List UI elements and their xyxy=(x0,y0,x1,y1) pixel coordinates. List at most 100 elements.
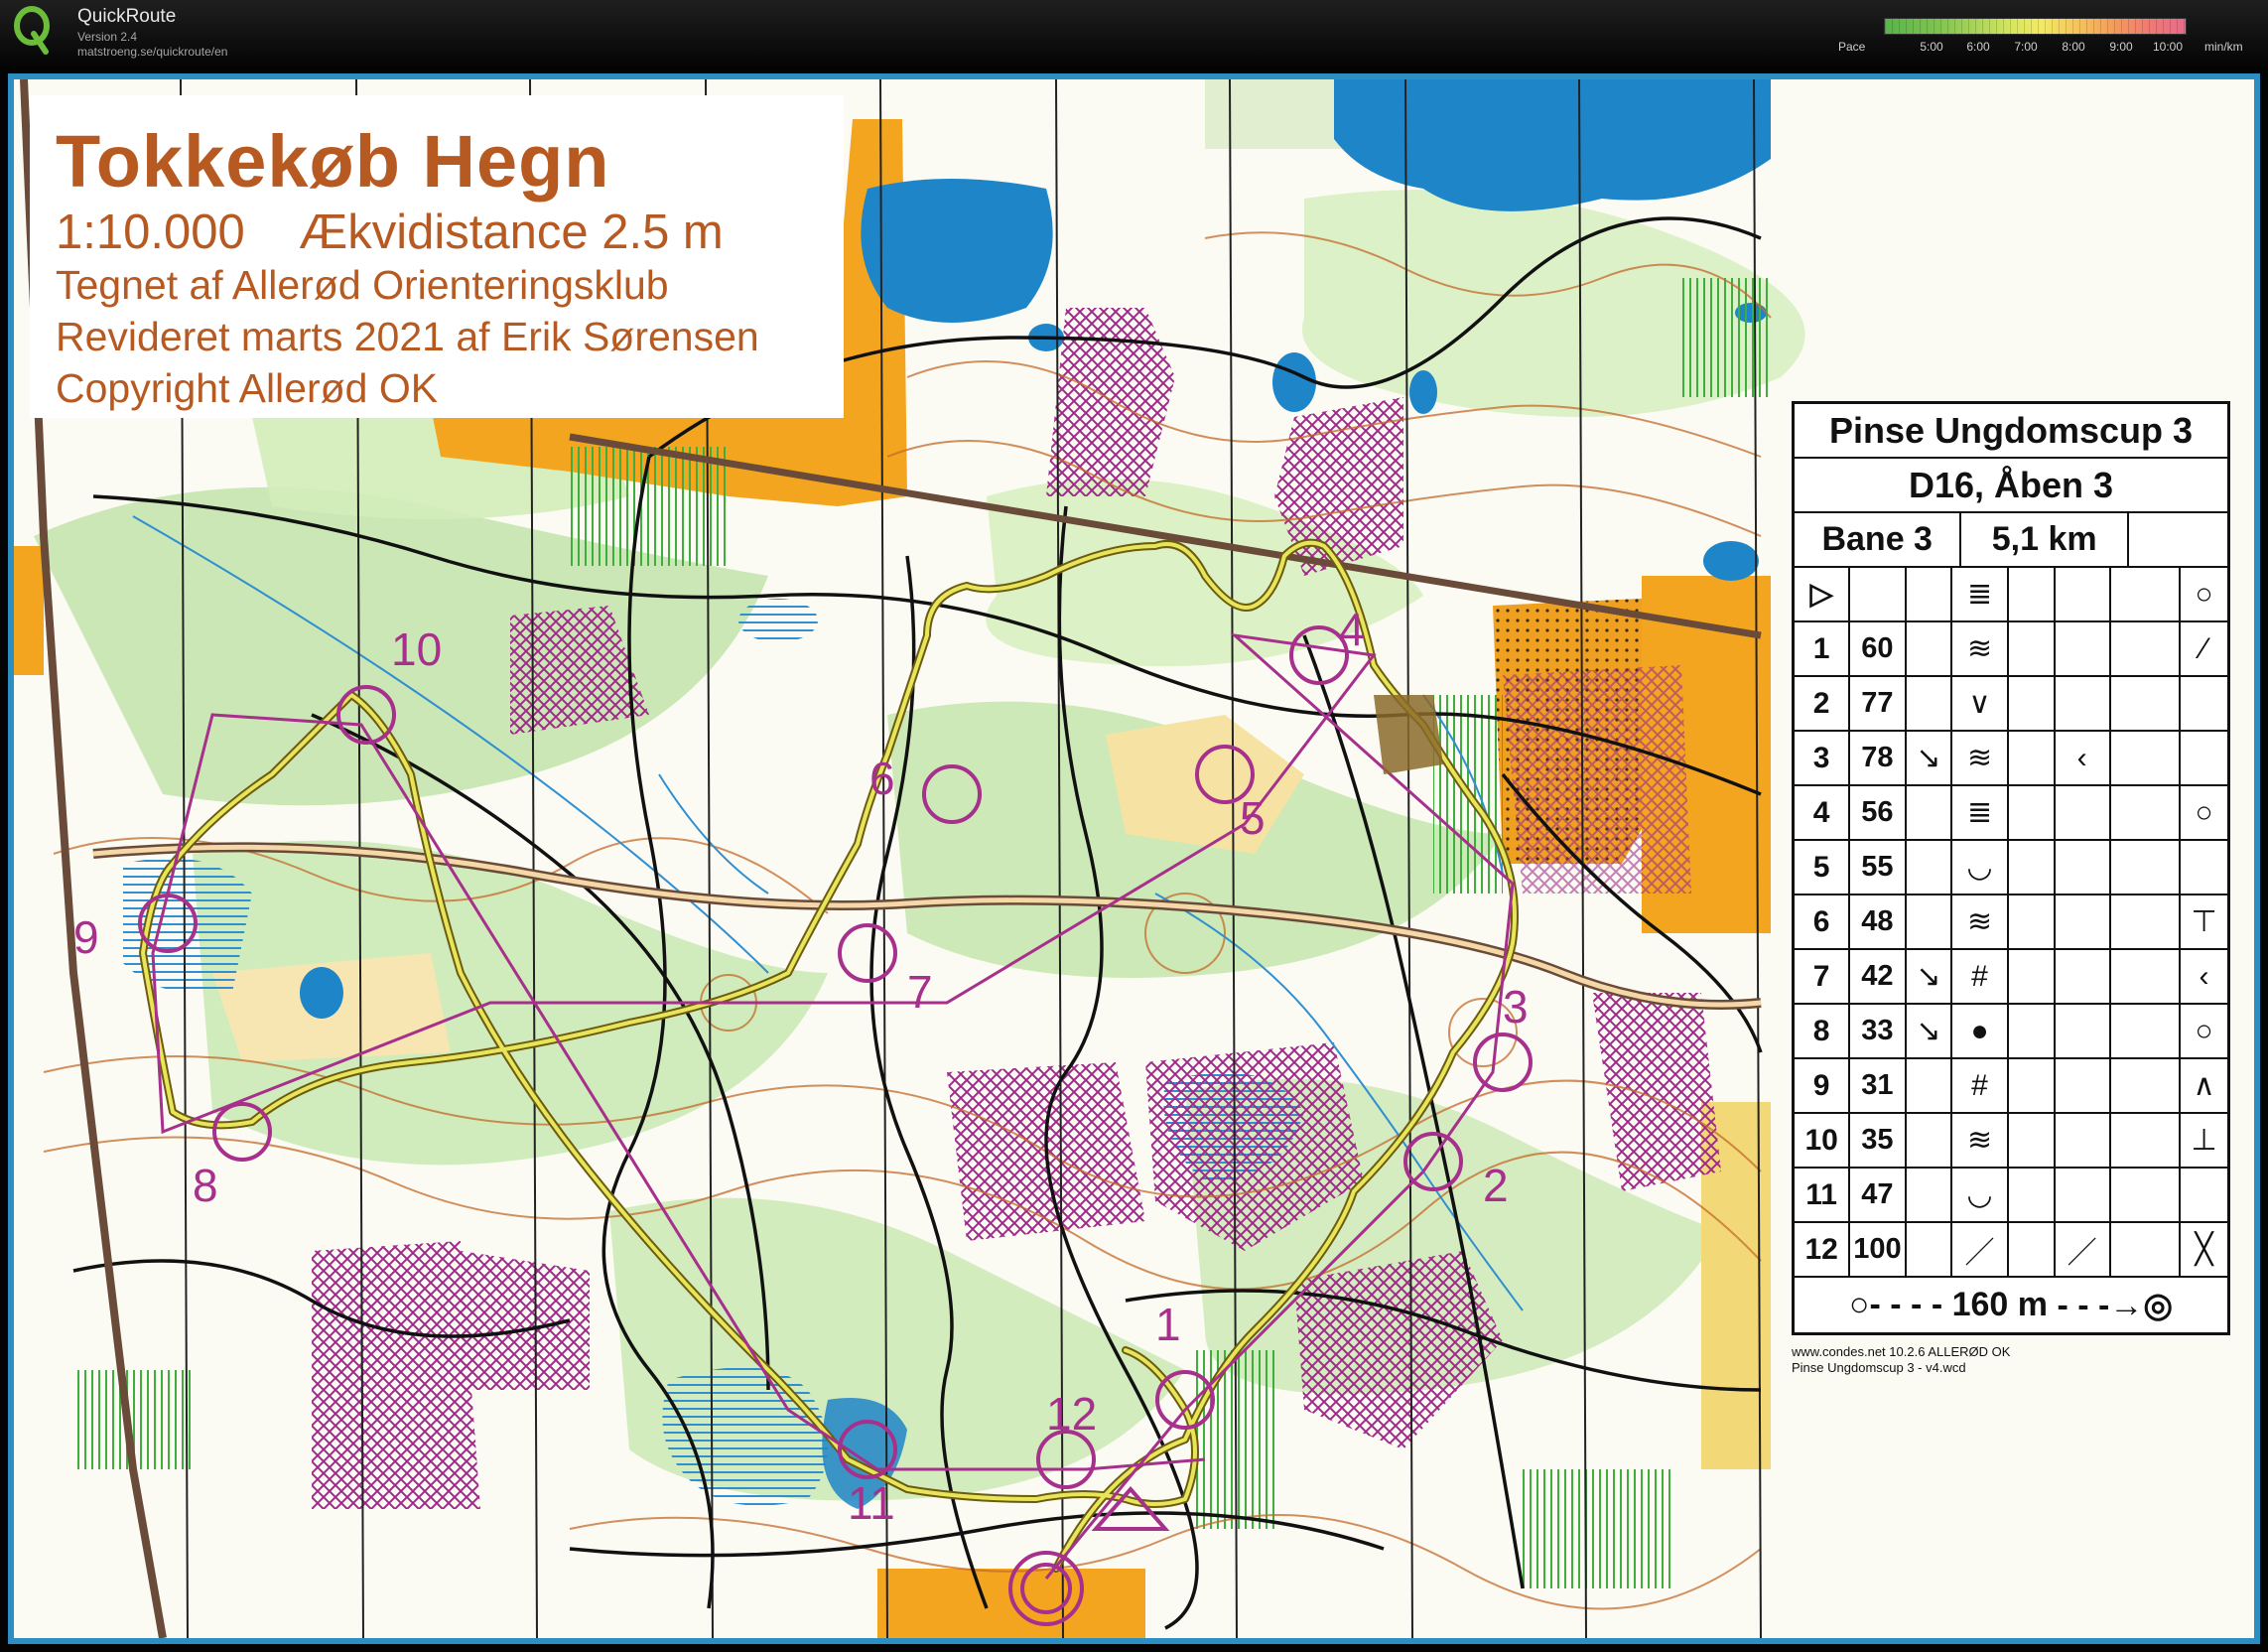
cd-control-code: 56 xyxy=(1850,786,1907,839)
cd-cell xyxy=(2056,1005,2111,1057)
cd-start-row: ▷ ≣ ○ xyxy=(1795,568,2227,622)
pace-color-scale xyxy=(1884,18,2187,35)
direction-arrow-icon: ↘ xyxy=(1907,1005,1953,1057)
cd-control-number: 7 xyxy=(1795,950,1851,1003)
cd-cell xyxy=(1850,568,1907,620)
control-number-label: 11 xyxy=(848,1477,895,1529)
pace-tick: 6:00 xyxy=(1966,40,1990,54)
location-symbol-icon: ‹ xyxy=(2199,959,2209,993)
control-number-label: 7 xyxy=(907,966,933,1018)
location-symbol-icon: ○ xyxy=(2195,795,2213,829)
app-url: matstroeng.se/quickroute/en xyxy=(77,45,228,59)
cd-control-number: 1 xyxy=(1795,622,1851,675)
orienteering-map[interactable]: 1 2 3 4 5 6 7 8 9 10 11 12 Tokkekøb Hegn… xyxy=(8,73,2260,1644)
cd-control-number: 11 xyxy=(1795,1169,1851,1221)
cd-course-row: Bane 3 5,1 km xyxy=(1795,513,2227,568)
cd-cell xyxy=(2056,1059,2111,1112)
cd-control-code: 55 xyxy=(1850,841,1907,894)
cd-control-code: 48 xyxy=(1850,895,1907,948)
control-number-label: 4 xyxy=(1339,604,1365,655)
cd-control-number: 12 xyxy=(1795,1223,1851,1276)
cd-control-code: 42 xyxy=(1850,950,1907,1003)
detail-symbol-icon: ／ xyxy=(2056,1223,2111,1276)
cd-cell xyxy=(1907,622,1953,675)
control-number-label: 2 xyxy=(1483,1160,1509,1211)
cd-cell xyxy=(1907,1114,1953,1167)
pace-tick: 10:00 xyxy=(2152,40,2184,54)
cd-control-code: 31 xyxy=(1850,1059,1907,1112)
cd-cell xyxy=(2009,841,2056,894)
cd-file: Pinse Ungdomscup 3 - v4.wcd xyxy=(1792,1360,1966,1375)
map-title-box: Tokkekøb Hegn 1:10.000 Ækvidistance 2.5 … xyxy=(30,95,844,418)
cd-control-number: 2 xyxy=(1795,677,1851,730)
finish-arrow-icon: - - -→◎ xyxy=(2048,1286,2173,1324)
cd-cell xyxy=(2009,568,2056,620)
control-number-label: 5 xyxy=(1240,792,1266,844)
cd-control-number: 9 xyxy=(1795,1059,1851,1112)
control-number-label: 12 xyxy=(1046,1388,1097,1440)
cd-cell xyxy=(2181,841,2227,894)
location-symbol-icon: ⁄ xyxy=(2201,631,2207,665)
location-symbol-icon: ⊤ xyxy=(2191,905,2217,938)
cd-control-number: 4 xyxy=(1795,786,1851,839)
cd-cell xyxy=(2111,950,2182,1003)
cd-control-row: 4 56 ≣ ○ xyxy=(1795,786,2227,841)
cd-control-code: 60 xyxy=(1850,622,1907,675)
cd-cell xyxy=(2056,895,2111,948)
location-symbol-icon: ∧ xyxy=(2193,1069,2215,1102)
start-triangle-icon: ▷ xyxy=(1795,568,1851,620)
app-titlebar: QuickRoute Version 2.4 matstroeng.se/qui… xyxy=(0,0,2268,66)
cd-course: Bane 3 xyxy=(1795,513,1962,566)
cd-control-number: 6 xyxy=(1795,895,1851,948)
map-title: Tokkekøb Hegn xyxy=(56,120,610,203)
control-number-label: 10 xyxy=(391,623,442,675)
cd-cell xyxy=(2009,895,2056,948)
cd-cell xyxy=(2111,1005,2182,1057)
hill-feature xyxy=(1374,695,1443,774)
cd-length: 5,1 km xyxy=(1961,513,2129,566)
cd-control-number: 3 xyxy=(1795,732,1851,784)
cd-cell xyxy=(2056,786,2111,839)
pace-label: Pace xyxy=(1838,40,1866,54)
cd-cell xyxy=(2009,1005,2056,1057)
cd-event-text: Pinse Ungdomscup 3 xyxy=(1828,409,2194,451)
control-number-label: 8 xyxy=(193,1160,218,1211)
cd-control-code: 77 xyxy=(1850,677,1907,730)
cd-cell xyxy=(2181,677,2227,730)
location-symbol-icon: ⊥ xyxy=(2191,1124,2217,1157)
cd-cell xyxy=(1907,677,1953,730)
cd-control-number: 5 xyxy=(1795,841,1851,894)
cd-empty xyxy=(2129,513,2227,566)
cd-cell xyxy=(2111,568,2182,620)
cd-cell xyxy=(2056,568,2111,620)
cd-control-code: 100 xyxy=(1850,1223,1907,1276)
cd-cell xyxy=(2009,622,2056,675)
cd-cell xyxy=(2111,677,2182,730)
cd-cell xyxy=(2111,1169,2182,1221)
direction-arrow-icon: ↘ xyxy=(1907,950,1953,1003)
feature-symbol-icon: ≋ xyxy=(1952,732,2009,784)
cd-cell xyxy=(2056,950,2111,1003)
app-name: QuickRoute xyxy=(77,6,177,27)
cd-cell xyxy=(1907,568,1953,620)
feature-symbol-icon: ≋ xyxy=(1952,895,2009,948)
cd-cell xyxy=(2056,1169,2111,1221)
cd-cell xyxy=(2009,1059,2056,1112)
app-version: Version 2.4 xyxy=(77,30,138,44)
location-icon: ○ xyxy=(2195,577,2213,611)
cd-cell xyxy=(1907,786,1953,839)
feature-symbol-icon: ≋ xyxy=(1952,622,2009,675)
cd-cell xyxy=(2111,895,2182,948)
cd-class-text: D16, Åben 3 xyxy=(1908,464,2114,505)
control-number-label: 3 xyxy=(1503,981,1529,1032)
location-symbol-icon: ╳ xyxy=(2195,1233,2213,1266)
cd-control-row: 2 77 ∨ xyxy=(1795,677,2227,732)
cd-cell xyxy=(2181,1169,2227,1221)
map-viewport[interactable]: 1 2 3 4 5 6 7 8 9 10 11 12 Tokkekøb Hegn… xyxy=(0,66,2268,1652)
cd-cell xyxy=(2111,1223,2182,1276)
feature-symbol-icon: ≋ xyxy=(1952,1114,2009,1167)
cd-cell xyxy=(2056,841,2111,894)
pace-tick: 9:00 xyxy=(2109,40,2133,54)
direction-arrow-icon: ↘ xyxy=(1907,732,1953,784)
feature-symbol-icon: ≣ xyxy=(1952,786,2009,839)
